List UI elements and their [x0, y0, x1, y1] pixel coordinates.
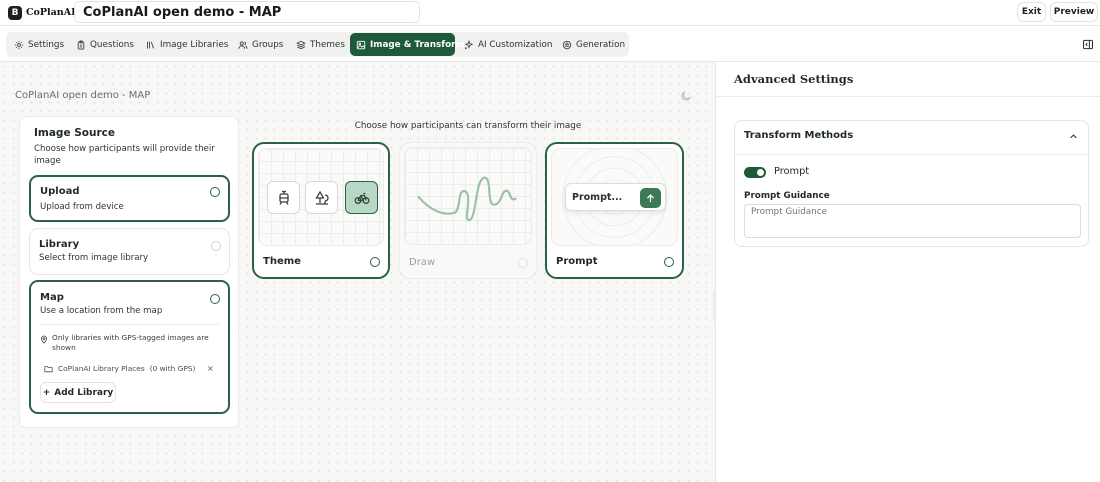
- option-title: Library: [39, 239, 80, 250]
- prompt-preview-box: Prompt...: [565, 183, 666, 211]
- option-description: Use a location from the map: [40, 306, 163, 316]
- prompt-preview-text: Prompt...: [572, 192, 623, 203]
- canvas-project-name: CoPlanAI open demo - MAP: [15, 90, 151, 101]
- transform-radio[interactable]: [370, 257, 380, 267]
- exit-button[interactable]: Exit: [1017, 2, 1046, 22]
- advanced-settings-panel: Advanced Settings Transform Methods Prom…: [715, 62, 1100, 482]
- section-divider: [735, 154, 1088, 155]
- tab-groups[interactable]: Groups: [232, 33, 290, 56]
- clipboard-icon: [77, 40, 85, 49]
- top-bar: B CoPlanAI CoPlanAI open demo - MAP Exit…: [0, 0, 1100, 26]
- draw-preview: [404, 147, 532, 245]
- remove-library-button[interactable]: ×: [207, 364, 214, 373]
- theme-option-tram: [267, 181, 300, 214]
- image-source-card: Image Source Choose how participants wil…: [19, 116, 239, 428]
- theme-option-bike: [345, 181, 378, 214]
- tab-list: Settings Questions Image Libraries Group…: [6, 32, 629, 57]
- transform-card-label: Prompt: [556, 256, 598, 267]
- transform-card-draw[interactable]: Draw: [399, 142, 537, 279]
- option-description: Select from image library: [39, 253, 149, 263]
- tab-label: AI Customization: [478, 39, 553, 50]
- library-name: CoPlanAI Library Places: [58, 364, 145, 373]
- transform-methods-title[interactable]: Transform Methods: [744, 130, 853, 141]
- image-source-title: Image Source: [34, 127, 116, 139]
- library-icon: [147, 41, 154, 48]
- tab-label: Settings: [28, 39, 65, 50]
- library-gps-count: (0 with GPS): [149, 364, 196, 373]
- library-row: CoPlanAI Library Places (0 with GPS): [44, 364, 214, 373]
- gps-note-text: Only libraries with GPS-tagged images ar…: [52, 333, 209, 352]
- tab-settings[interactable]: Settings: [8, 33, 70, 56]
- image-icon: [356, 40, 366, 49]
- tab-label: Image Libraries: [160, 39, 229, 50]
- option-title: Upload: [40, 186, 80, 197]
- bicycle-icon: [354, 192, 369, 204]
- add-library-label: Add Library: [54, 387, 114, 398]
- option-divider: [40, 324, 219, 325]
- transform-card-theme[interactable]: Theme: [252, 142, 390, 279]
- add-library-button[interactable]: + Add Library: [40, 382, 116, 403]
- tram-icon: [278, 190, 289, 205]
- option-description: Upload from device: [40, 202, 124, 212]
- layers-icon: [296, 40, 306, 49]
- transform-card-prompt[interactable]: Prompt... Prompt: [545, 142, 684, 279]
- generation-icon: [562, 40, 572, 49]
- theme-preview: [258, 148, 384, 246]
- sparkles-icon: [464, 39, 474, 49]
- logo-text: CoPlanAI: [26, 7, 76, 18]
- option-radio[interactable]: [210, 187, 220, 197]
- editor-canvas: CoPlanAI open demo - MAP Image Source Ch…: [0, 62, 718, 482]
- chevron-up-icon[interactable]: [1069, 132, 1078, 141]
- tab-label: Questions: [90, 39, 134, 50]
- panel-toggle-icon[interactable]: [1082, 39, 1094, 50]
- location-pin-icon: [41, 335, 47, 344]
- tab-bar: Settings Questions Image Libraries Group…: [0, 26, 1100, 62]
- tab-label: Image & Transform: [370, 39, 465, 50]
- tab-label: Themes: [310, 39, 345, 50]
- advanced-settings-title: Advanced Settings: [734, 72, 854, 86]
- tab-image-transform[interactable]: Image & Transform: [350, 33, 465, 56]
- tab-generation[interactable]: Generation: [556, 33, 626, 56]
- transform-methods-section: Transform Methods Prompt Prompt Guidance: [734, 120, 1089, 247]
- prompt-guidance-input[interactable]: [744, 204, 1081, 238]
- app-logo[interactable]: B CoPlanAI: [8, 5, 76, 20]
- trees-icon: [314, 190, 329, 205]
- prompt-toggle[interactable]: [744, 167, 766, 178]
- transform-card-label: Draw: [409, 257, 436, 268]
- image-source-description: Choose how participants will provide the…: [34, 144, 215, 166]
- tab-label: Generation: [576, 39, 626, 50]
- users-icon: [238, 40, 248, 49]
- prompt-toggle-label: Prompt: [774, 166, 810, 177]
- panel-divider: [716, 96, 1100, 97]
- plus-icon: +: [42, 387, 51, 398]
- tab-themes[interactable]: Themes: [290, 33, 350, 56]
- theme-option-trees: [305, 181, 338, 214]
- source-option-library[interactable]: Library Select from image library: [29, 228, 230, 275]
- preview-button[interactable]: Preview: [1050, 2, 1098, 22]
- option-title: Map: [40, 292, 64, 303]
- option-radio[interactable]: [210, 294, 220, 304]
- folder-icon: [44, 365, 53, 372]
- source-option-map[interactable]: Map Use a location from the map Only lib…: [29, 280, 230, 414]
- logo-mark: B: [8, 5, 22, 20]
- tab-ai-customization[interactable]: AI Customization: [458, 33, 553, 56]
- gear-icon: [14, 40, 24, 49]
- transform-radio[interactable]: [518, 258, 528, 268]
- source-option-upload[interactable]: Upload Upload from device: [29, 175, 230, 222]
- prompt-guidance-label: Prompt Guidance: [744, 191, 830, 201]
- theme-mode-icon[interactable]: [680, 90, 692, 102]
- squiggle-drawing-icon: [417, 176, 517, 222]
- tab-image-libraries[interactable]: Image Libraries: [140, 33, 232, 56]
- project-title-input[interactable]: CoPlanAI open demo - MAP: [74, 1, 420, 23]
- transform-card-label: Theme: [263, 256, 301, 267]
- send-arrow-icon: [640, 188, 661, 208]
- transform-heading: Choose how participants can transform th…: [354, 121, 582, 131]
- tab-questions[interactable]: Questions: [70, 33, 140, 56]
- gps-note: Only libraries with GPS-tagged images ar…: [40, 333, 215, 353]
- tab-label: Groups: [252, 39, 284, 50]
- prompt-preview: Prompt...: [551, 148, 678, 246]
- option-radio[interactable]: [211, 241, 221, 251]
- transform-radio[interactable]: [664, 257, 674, 267]
